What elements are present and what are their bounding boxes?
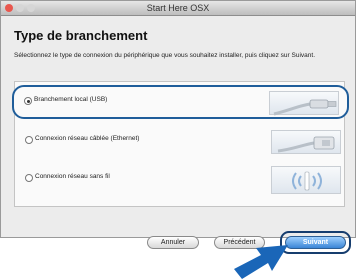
connection-options-panel: Branchement local (USB) Connexion réseau… [12, 81, 349, 207]
installer-window: Start Here OSX Type de branchement Sélec… [0, 0, 356, 238]
option-ethernet[interactable]: Connexion réseau câblée (Ethernet) [15, 126, 346, 160]
option-usb[interactable]: Branchement local (USB) [12, 85, 349, 119]
option-wireless-label: Connexion réseau sans fil [35, 173, 110, 180]
cancel-button[interactable]: Annuler [147, 236, 199, 249]
window-title: Start Here OSX [146, 3, 210, 13]
pointer-arrow-icon [234, 245, 288, 279]
radio-usb[interactable] [24, 97, 32, 105]
ethernet-cable-icon [271, 130, 341, 154]
title-bar: Start Here OSX [1, 1, 355, 16]
next-button[interactable]: Suivant [285, 236, 346, 249]
option-usb-label: Branchement local (USB) [34, 96, 108, 103]
wireless-signal-icon [271, 166, 341, 194]
radio-wireless[interactable] [25, 174, 33, 182]
radio-ethernet[interactable] [25, 136, 33, 144]
instructions-text: Sélectionnez le type de connexion du pér… [14, 52, 315, 59]
page-title: Type de branchement [14, 28, 148, 43]
usb-cable-icon [269, 91, 339, 116]
option-ethernet-label: Connexion réseau câblée (Ethernet) [35, 135, 140, 142]
option-wireless[interactable]: Connexion réseau sans fil [15, 164, 346, 198]
